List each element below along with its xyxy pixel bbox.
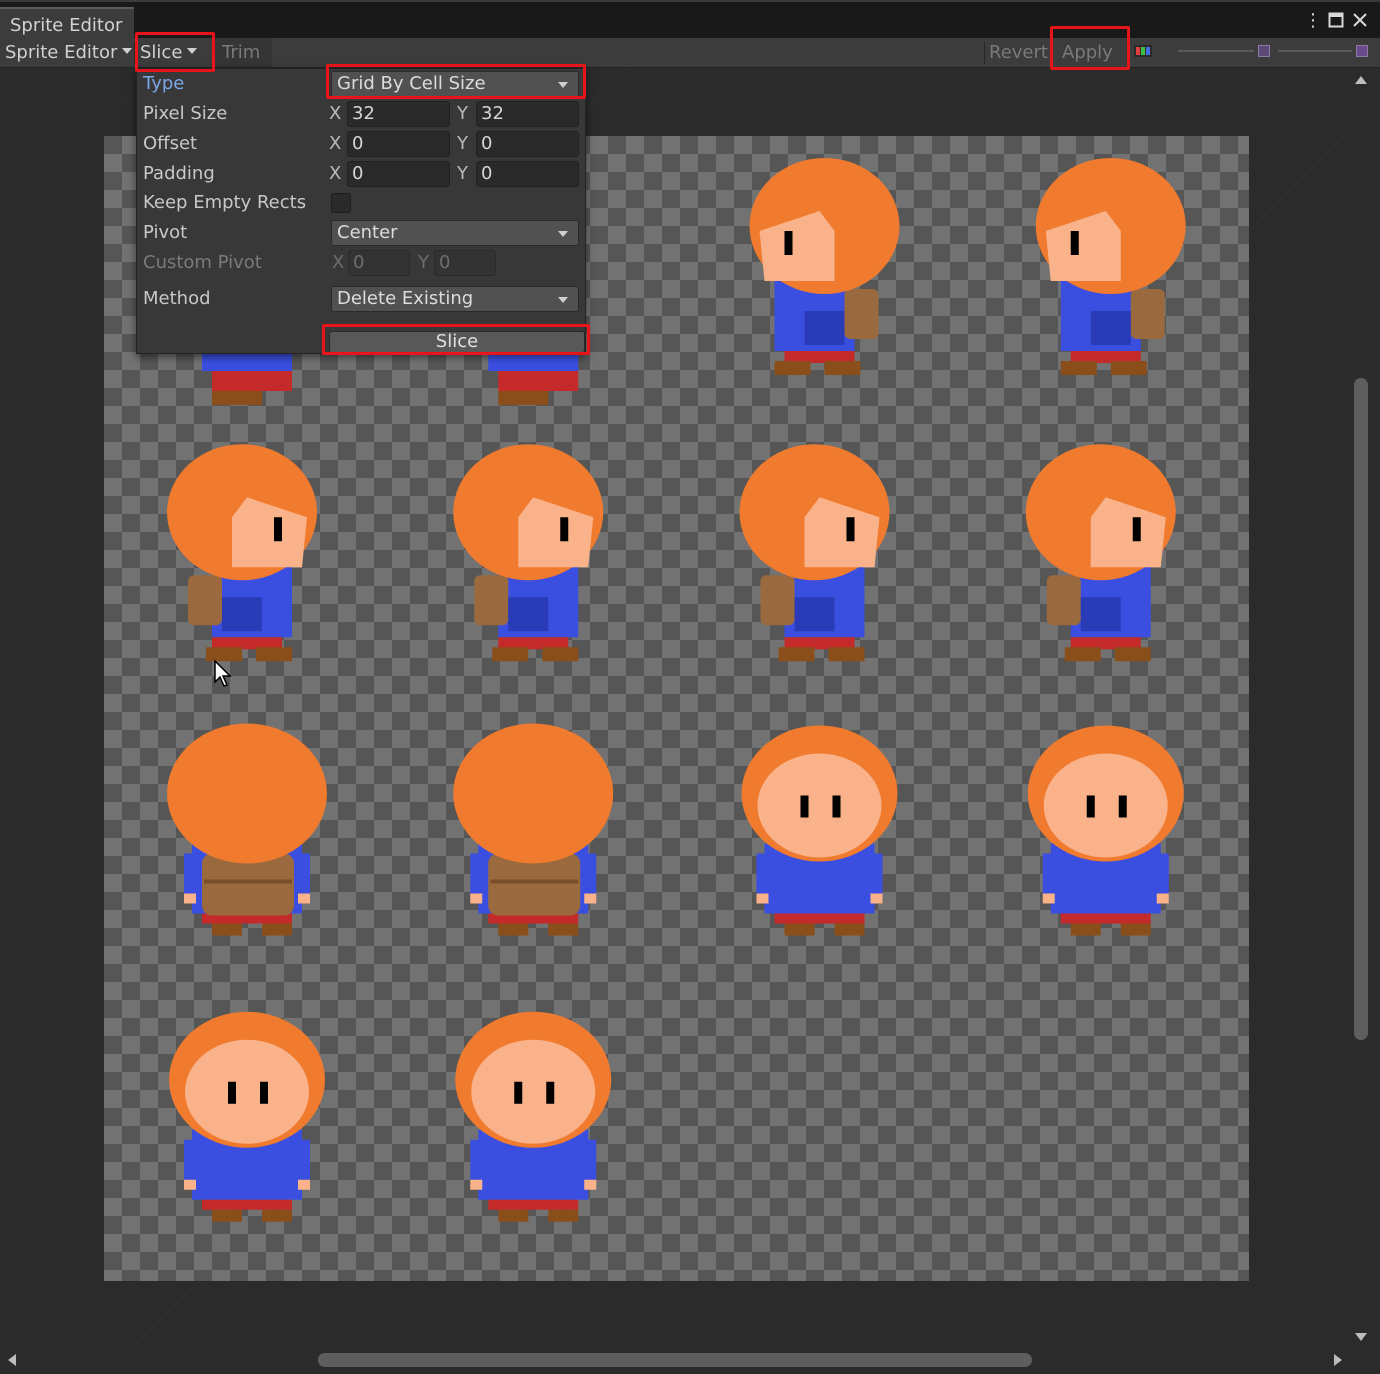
trim-button[interactable]: Trim <box>222 38 260 67</box>
pivot-label: Pivot <box>143 222 188 243</box>
pixel-size-y-label: Y <box>457 103 468 124</box>
sprite-cell-front[interactable] <box>169 1011 325 1222</box>
rgb-channels-icon[interactable] <box>1134 44 1152 60</box>
pixel-size-x-label: X <box>329 103 342 124</box>
window-tab-title: Sprite Editor <box>10 15 123 36</box>
offset-row: Offset X 0 Y 0 <box>137 129 587 159</box>
pixel-size-x-field[interactable]: 32 <box>347 101 450 127</box>
sprite-cell-front[interactable] <box>741 725 898 936</box>
padding-row: Padding X 0 Y 0 <box>137 159 587 189</box>
custom-pivot-y-field: 0 <box>434 250 496 276</box>
mode-dropdown-label: Sprite Editor <box>5 42 118 63</box>
pixel-size-row: Pixel Size X 32 Y 32 <box>137 99 587 129</box>
apply-highlight-box <box>1050 26 1130 70</box>
keep-empty-rects-checkbox[interactable] <box>331 193 351 213</box>
close-icon[interactable] <box>1352 12 1368 32</box>
sprite-cell-side-right[interactable] <box>749 158 900 375</box>
padding-x-label: X <box>329 163 342 184</box>
type-label: Type <box>143 73 185 94</box>
scroll-left-icon[interactable] <box>8 1354 16 1366</box>
scroll-right-icon[interactable] <box>1334 1354 1342 1366</box>
slice-settings-popup: Type Grid By Cell Size Pixel Size X 32 Y… <box>136 68 586 354</box>
sprite-cell-front[interactable] <box>455 1011 612 1222</box>
zoom-slider-track[interactable] <box>1178 50 1254 52</box>
zoom-slider-icon[interactable] <box>1258 45 1270 57</box>
pixel-size-y-field[interactable]: 32 <box>476 101 579 127</box>
keep-empty-rects-row: Keep Empty Rects <box>137 188 587 218</box>
chevron-down-icon <box>122 48 133 54</box>
window-tab[interactable]: Sprite Editor <box>0 7 134 40</box>
padding-y-field[interactable]: 0 <box>476 161 579 187</box>
sprite-cell-front[interactable] <box>1027 725 1184 936</box>
padding-x-field[interactable]: 0 <box>347 161 450 187</box>
offset-label: Offset <box>143 133 198 154</box>
mode-dropdown[interactable]: Sprite Editor <box>5 38 133 67</box>
scroll-down-icon[interactable] <box>1355 1333 1367 1341</box>
offset-x-field[interactable]: 0 <box>347 131 450 157</box>
offset-x-label: X <box>329 133 342 154</box>
mouse-cursor-icon <box>214 659 234 693</box>
offset-y-label: Y <box>457 133 468 154</box>
pivot-dropdown[interactable]: Center <box>331 220 579 246</box>
maximize-icon[interactable] <box>1328 12 1344 32</box>
toolbar-divider <box>984 42 985 64</box>
custom-pivot-x-field: 0 <box>348 250 410 276</box>
padding-y-label: Y <box>457 163 468 184</box>
vertical-scroll-thumb[interactable] <box>1354 378 1368 1040</box>
pivot-row: Pivot Center <box>137 218 587 248</box>
custom-pivot-x-label: X <box>332 252 345 273</box>
horizontal-scroll-thumb[interactable] <box>318 1353 1032 1367</box>
mip-level-icon[interactable] <box>1356 45 1368 57</box>
offset-y-field[interactable]: 0 <box>476 131 579 157</box>
scroll-up-icon[interactable] <box>1355 76 1367 84</box>
custom-pivot-y-label: Y <box>418 252 429 273</box>
slice-button-highlight-box <box>322 324 590 355</box>
method-row: Method Delete Existing <box>137 284 587 314</box>
sprite-cell-side-left[interactable] <box>1025 444 1176 662</box>
sprite-cell-side-left[interactable] <box>453 444 604 662</box>
type-highlight-box <box>326 64 586 99</box>
sprite-cell-side-left[interactable] <box>739 444 890 662</box>
kebab-menu-icon[interactable]: ⋮ <box>1304 12 1322 30</box>
revert-button[interactable]: Revert <box>989 38 1048 67</box>
chevron-down-icon <box>558 231 568 237</box>
custom-pivot-row: Custom Pivot X 0 Y 0 <box>137 248 587 278</box>
mip-slider-track[interactable] <box>1278 50 1352 52</box>
method-label: Method <box>143 288 211 309</box>
keep-empty-rects-label: Keep Empty Rects <box>143 192 307 213</box>
pixel-size-label: Pixel Size <box>143 103 228 124</box>
custom-pivot-label: Custom Pivot <box>143 252 262 273</box>
chevron-down-icon <box>558 297 568 303</box>
pivot-dropdown-value: Center <box>337 222 398 243</box>
sprite-cell-side-left[interactable] <box>167 444 317 662</box>
method-dropdown[interactable]: Delete Existing <box>331 286 579 312</box>
padding-label: Padding <box>143 163 215 184</box>
sprite-cell-side-right[interactable] <box>1035 158 1186 375</box>
slice-highlight-box <box>135 32 215 72</box>
method-dropdown-value: Delete Existing <box>337 288 474 309</box>
sprite-cell-back[interactable] <box>453 723 614 936</box>
sprite-cell-back[interactable] <box>167 723 327 936</box>
